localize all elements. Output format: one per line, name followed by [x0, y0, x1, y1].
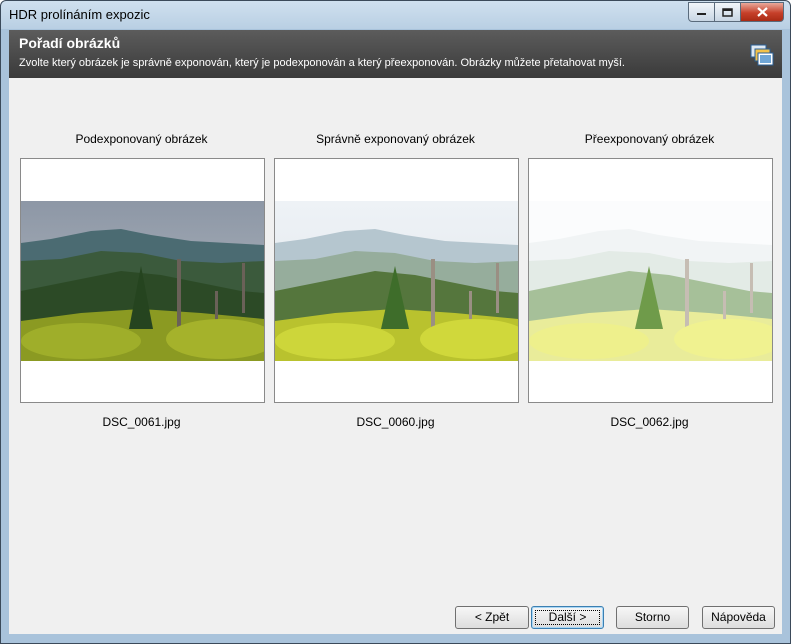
cancel-button[interactable]: Storno	[616, 606, 689, 629]
underexposed-photo[interactable]	[21, 201, 264, 361]
next-button[interactable]: Další >	[531, 606, 604, 629]
window-title: HDR prolínáním expozic	[9, 7, 150, 22]
underexposed-label: Podexponovaný obrázek	[75, 132, 208, 146]
page-title: Pořadí obrázků	[19, 35, 121, 51]
underexposed-image-slot[interactable]	[20, 158, 265, 403]
back-button[interactable]: < Zpět	[455, 606, 529, 629]
close-button[interactable]	[741, 2, 784, 22]
maximize-button[interactable]	[715, 2, 741, 22]
wizard-header: Pořadí obrázků Zvolte který obrázek je s…	[9, 30, 782, 78]
close-icon	[756, 7, 768, 17]
overexposed-filename: DSC_0062.jpg	[610, 415, 689, 429]
wizard-window: HDR prolínáním expozic Pořadí obrázků Zv…	[0, 0, 791, 644]
underexposed-filename: DSC_0061.jpg	[102, 415, 181, 429]
minimize-button[interactable]	[688, 2, 715, 22]
overexposed-image-slot[interactable]	[528, 158, 773, 403]
normal-photo[interactable]	[275, 201, 518, 361]
normal-image-slot[interactable]	[274, 158, 519, 403]
content-area: Podexponovaný obrázek DSC_0061.jpg Správ…	[9, 78, 782, 634]
normal-label: Správně exponovaný obrázek	[316, 132, 475, 146]
help-button[interactable]: Nápověda	[702, 606, 775, 629]
minimize-icon	[697, 13, 706, 15]
wizard-images-icon	[750, 44, 774, 66]
overexposed-photo[interactable]	[529, 201, 772, 361]
caption-buttons	[688, 2, 784, 22]
overexposed-label: Přeexponovaný obrázek	[584, 132, 715, 146]
focus-ring	[535, 610, 600, 625]
maximize-icon	[722, 7, 733, 17]
normal-filename: DSC_0060.jpg	[356, 415, 435, 429]
page-subtitle: Zvolte který obrázek je správně exponová…	[19, 57, 625, 69]
title-bar[interactable]: HDR prolínáním expozic	[1, 1, 790, 29]
